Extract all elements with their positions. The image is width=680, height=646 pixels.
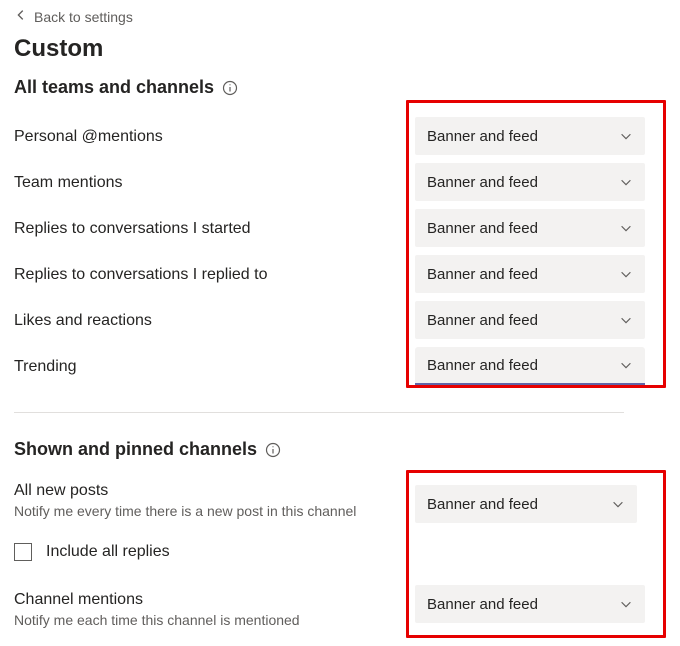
dropdown-value: Banner and feed: [427, 357, 538, 374]
section1-labels: Personal @mentions Team mentions Replies…: [14, 114, 406, 390]
setting-label-channel-mentions: Channel mentions: [14, 591, 143, 608]
section2-heading: Shown and pinned channels: [14, 439, 257, 460]
dropdown-channel-mentions[interactable]: Banner and feed: [415, 585, 645, 623]
section-divider: [14, 412, 624, 413]
section1-heading: All teams and channels: [14, 77, 214, 98]
setting-label-team-mentions: Team mentions: [14, 160, 406, 206]
chevron-left-icon: [14, 8, 28, 25]
include-all-replies-label: Include all replies: [46, 543, 170, 561]
chevron-down-icon: [619, 267, 633, 281]
dropdown-trending[interactable]: Banner and feed: [415, 347, 645, 385]
dropdown-value: Banner and feed: [427, 496, 538, 513]
section2-header: Shown and pinned channels: [14, 439, 666, 460]
chevron-down-icon: [619, 175, 633, 189]
setting-all-new-posts: All new posts Notify me every time there…: [14, 482, 406, 519]
section2-left-column: All new posts Notify me every time there…: [14, 476, 406, 638]
dropdown-value: Banner and feed: [427, 312, 538, 329]
chevron-down-icon: [619, 129, 633, 143]
include-all-replies-row: Include all replies: [14, 543, 406, 561]
dropdown-likes-reactions[interactable]: Banner and feed: [415, 301, 645, 339]
setting-label-likes-reactions: Likes and reactions: [14, 298, 406, 344]
chevron-down-icon: [611, 497, 625, 511]
setting-sublabel-channel-mentions: Notify me each time this channel is ment…: [14, 612, 406, 628]
chevron-down-icon: [619, 597, 633, 611]
dropdown-value: Banner and feed: [427, 220, 538, 237]
dropdown-value: Banner and feed: [427, 596, 538, 613]
dropdown-value: Banner and feed: [427, 174, 538, 191]
setting-label-replies-replied: Replies to conversations I replied to: [14, 252, 406, 298]
dropdown-replies-replied[interactable]: Banner and feed: [415, 255, 645, 293]
highlight-box-section1: Banner and feed Banner and feed Banner a…: [406, 100, 666, 388]
dropdown-personal-mentions[interactable]: Banner and feed: [415, 117, 645, 155]
section2-settings: All new posts Notify me every time there…: [14, 476, 666, 638]
setting-channel-mentions: Channel mentions Notify me each time thi…: [14, 591, 406, 628]
info-icon[interactable]: [222, 80, 238, 96]
chevron-down-icon: [619, 221, 633, 235]
chevron-down-icon: [619, 313, 633, 327]
dropdown-replies-started[interactable]: Banner and feed: [415, 209, 645, 247]
dropdown-value: Banner and feed: [427, 266, 538, 283]
info-icon[interactable]: [265, 442, 281, 458]
include-all-replies-checkbox[interactable]: [14, 543, 32, 561]
section1-header: All teams and channels: [14, 77, 666, 98]
dropdown-team-mentions[interactable]: Banner and feed: [415, 163, 645, 201]
setting-label-trending: Trending: [14, 344, 406, 390]
back-link-text: Back to settings: [34, 9, 133, 25]
setting-label-all-new-posts: All new posts: [14, 482, 108, 499]
page-title: Custom: [14, 35, 666, 63]
setting-sublabel-all-new-posts: Notify me every time there is a new post…: [14, 503, 406, 519]
setting-label-replies-started: Replies to conversations I started: [14, 206, 406, 252]
highlight-box-section2: Banner and feed Banner and feed: [406, 470, 666, 638]
setting-label-personal-mentions: Personal @mentions: [14, 114, 406, 160]
dropdown-all-new-posts[interactable]: Banner and feed: [415, 485, 637, 523]
back-to-settings-link[interactable]: Back to settings: [14, 8, 133, 25]
chevron-down-icon: [619, 358, 633, 372]
dropdown-value: Banner and feed: [427, 128, 538, 145]
section1-settings: Personal @mentions Team mentions Replies…: [14, 114, 666, 390]
